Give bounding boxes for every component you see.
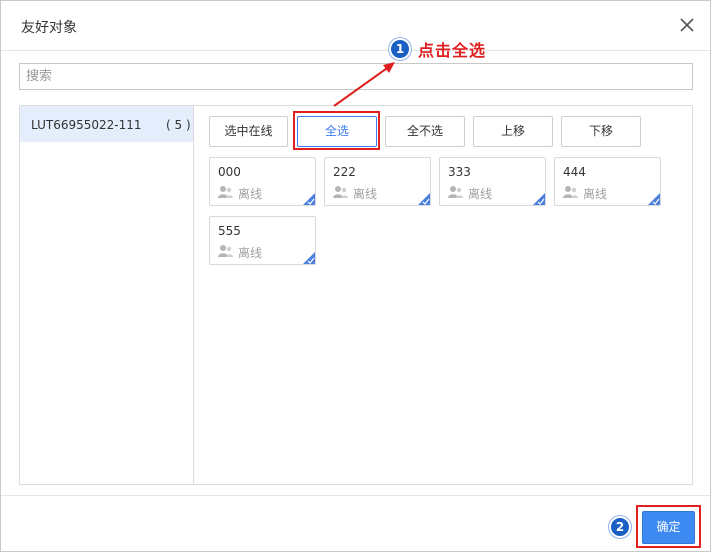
dialog-title: 友好对象 (21, 20, 77, 36)
highlight-confirm (636, 505, 701, 548)
search-field[interactable] (19, 63, 693, 90)
footer-divider (1, 495, 710, 496)
contact-name: 444 (563, 165, 586, 179)
group-item[interactable]: LUT66955022-111 ( 5 ) (20, 106, 193, 142)
contact-card[interactable]: 000 离线 (209, 157, 316, 206)
person-icon (218, 245, 233, 257)
contact-name: 555 (218, 224, 241, 238)
contact-card[interactable]: 444 离线 (554, 157, 661, 206)
check-corner-icon (648, 193, 660, 205)
step1-label: 点击全选 (418, 41, 487, 60)
check-corner-icon (533, 193, 545, 205)
person-icon (563, 186, 578, 198)
contact-name: 333 (448, 165, 471, 179)
contact-card[interactable]: 333 离线 (439, 157, 546, 206)
contact-status: 离线 (238, 187, 263, 201)
person-icon (448, 186, 463, 198)
select-online-button[interactable]: 选中在线 (209, 116, 288, 147)
close-icon (680, 18, 694, 32)
group-name: LUT66955022-111 (31, 118, 142, 132)
search-input[interactable] (20, 64, 692, 89)
contact-status: 离线 (468, 187, 493, 201)
select-none-button[interactable]: 全不选 (385, 116, 465, 147)
step-badge-2: 2 (609, 516, 631, 538)
person-icon (333, 186, 348, 198)
contact-name: 222 (333, 165, 356, 179)
step-badge-1: 1 (389, 38, 411, 60)
dialog-header: 友好对象 (1, 1, 710, 51)
contact-card[interactable]: 222 离线 (324, 157, 431, 206)
check-corner-icon (418, 193, 430, 205)
check-corner-icon (303, 252, 315, 264)
contact-status: 离线 (583, 187, 608, 201)
contact-name: 000 (218, 165, 241, 179)
close-button[interactable] (675, 13, 699, 37)
group-list: LUT66955022-111 ( 5 ) (20, 106, 194, 484)
group-count: ( 5 ) (166, 118, 191, 132)
contact-status: 离线 (353, 187, 378, 201)
move-down-button[interactable]: 下移 (561, 116, 641, 147)
check-corner-icon (303, 193, 315, 205)
contact-card[interactable]: 555 离线 (209, 216, 316, 265)
dialog: 友好对象 LUT66955022-111 ( 5 ) 选中在线 全选 全不选 上… (0, 0, 711, 552)
contact-status: 离线 (238, 246, 263, 260)
person-icon (218, 186, 233, 198)
move-up-button[interactable]: 上移 (473, 116, 553, 147)
highlight-select-all (293, 111, 380, 150)
